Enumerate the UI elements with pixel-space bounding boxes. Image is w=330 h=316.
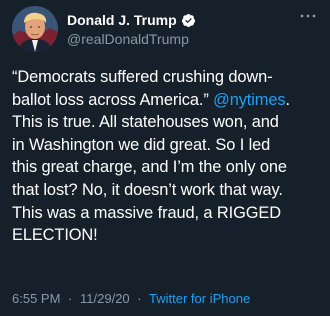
tweet-text-segment: This was a massive fraud, a RIGGED: [12, 203, 281, 222]
tweet-text-line: “Democrats suffered crushing down-: [12, 66, 320, 89]
tweet-text-line: that lost? No, it doesn’t work that way.: [12, 179, 320, 202]
tweet-text-line: This was a massive fraud, a RIGGED: [12, 202, 320, 225]
author-display-name[interactable]: Donald J. Trump: [67, 12, 177, 28]
tweet-text-line: ballot loss across America.” @nytimes.: [12, 89, 320, 112]
tweet-text: “Democrats suffered crushing down-ballot…: [12, 66, 320, 247]
tweet-text-segment: this great charge, and I’m the only one: [12, 158, 287, 177]
mention-link[interactable]: @nytimes: [213, 91, 285, 109]
tweet-text-segment: in Washington we did great. So I led: [12, 135, 271, 154]
avatar-portrait-icon: [12, 6, 58, 52]
more-options-icon[interactable]: [298, 8, 318, 24]
author-handle[interactable]: @realDonaldTrump: [67, 31, 196, 47]
avatar[interactable]: [12, 6, 58, 52]
tweet-date[interactable]: 11/29/20: [80, 291, 130, 306]
meta-separator: ·: [137, 291, 142, 306]
tweet-text-segment: ELECTION!: [12, 226, 98, 245]
tweet-meta: 6:55 PM · 11/29/20 · Twitter for iPhone: [12, 291, 250, 306]
tweet-text-segment: “Democrats suffered crushing down-: [12, 68, 273, 86]
tweet-text-line: in Washington we did great. So I led: [12, 134, 320, 157]
tweet-text-line: ELECTION!: [12, 224, 320, 247]
tweet-text-line: this great charge, and I’m the only one: [12, 156, 320, 179]
tweet-text-segment: that lost? No, it doesn’t work that way.: [12, 180, 283, 199]
author-names: Donald J. Trump @realDonaldTrump: [67, 11, 196, 47]
tweet-time[interactable]: 6:55 PM: [12, 291, 60, 306]
display-name-row: Donald J. Trump: [67, 11, 196, 29]
tweet-source-link[interactable]: Twitter for iPhone: [149, 291, 250, 306]
tweet-text-segment: ballot loss across America.”: [12, 90, 214, 109]
meta-separator: ·: [68, 291, 73, 306]
tweet-text-segment: .: [285, 90, 290, 109]
tweet-text-line: This is true. All statehouses won, and: [12, 111, 320, 134]
tweet-card: Donald J. Trump @realDonaldTrump “Democr…: [0, 0, 330, 316]
verified-badge-icon: [181, 13, 196, 28]
tweet-header: Donald J. Trump @realDonaldTrump: [12, 6, 318, 52]
tweet-text-segment: This is true. All statehouses won, and: [12, 113, 279, 132]
